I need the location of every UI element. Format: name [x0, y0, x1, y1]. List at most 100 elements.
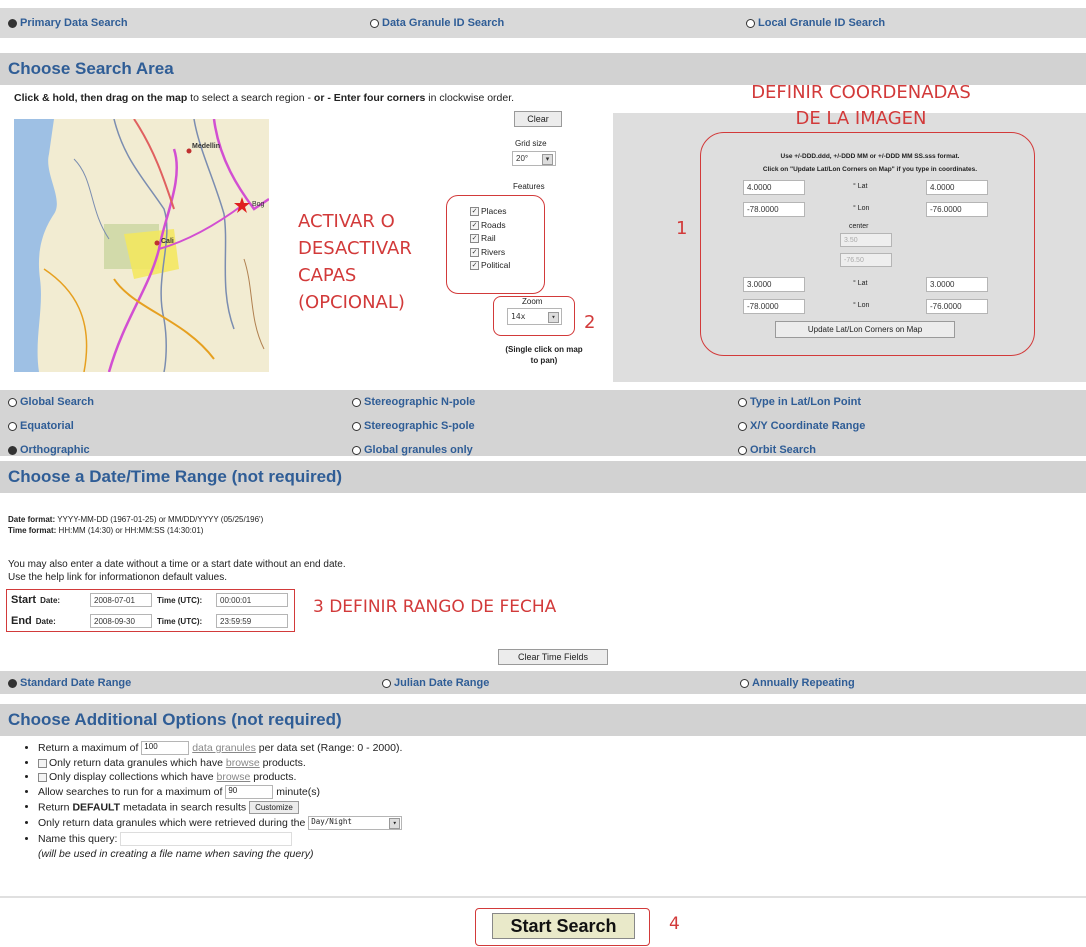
- orthographic-option[interactable]: Orthographic: [8, 444, 90, 456]
- ne-lat-input[interactable]: 4.0000: [926, 180, 988, 195]
- annually-repeating-option[interactable]: Annually Repeating: [740, 677, 855, 689]
- center-label: center: [849, 223, 869, 230]
- annotation-number-2: 2: [584, 312, 596, 333]
- projection-options-bar: [0, 390, 1086, 456]
- browse-link[interactable]: browse: [226, 757, 260, 769]
- max-granules-item: Return a maximum of 100 data granules pe…: [38, 741, 638, 755]
- customize-button[interactable]: Customize: [249, 801, 299, 814]
- radio-icon: [740, 678, 749, 688]
- stereographic-spole-option[interactable]: Stereographic S-pole: [352, 420, 475, 432]
- julian-date-range-option[interactable]: Julian Date Range: [382, 677, 489, 689]
- data-granules-link[interactable]: data granules: [192, 742, 256, 754]
- sw-lat-input[interactable]: 3.0000: [743, 277, 805, 292]
- nw-lat-input[interactable]: 4.0000: [743, 180, 805, 195]
- equatorial-option[interactable]: Equatorial: [8, 420, 74, 432]
- start-date-input[interactable]: 2008-07-01: [90, 593, 152, 607]
- sw-lon-input[interactable]: -78.0000: [743, 299, 805, 314]
- browse-granules-item: Only return data granules which have bro…: [38, 757, 638, 769]
- date-range-annotation: 3 DEFINIR RANGO DE FECHA: [313, 597, 557, 617]
- end-time-label: Time (UTC):: [157, 617, 203, 626]
- se-lon-input[interactable]: -76.0000: [926, 299, 988, 314]
- coordinates-update-note: Click on "Update Lat/Lon Corners on Map"…: [762, 166, 978, 173]
- end-row: End Date:: [11, 615, 56, 627]
- start-search-button[interactable]: Start Search: [492, 913, 635, 939]
- browse-collections-checkbox[interactable]: [38, 772, 47, 782]
- se-lat-input[interactable]: 3.0000: [926, 277, 988, 292]
- radio-icon: [370, 18, 379, 28]
- clear-map-button[interactable]: Clear: [514, 111, 562, 127]
- map-svg: [37, 119, 269, 372]
- radio-icon: [738, 421, 747, 431]
- additional-options-list: Return a maximum of 100 data granules pe…: [20, 741, 638, 862]
- standard-date-range-option[interactable]: Standard Date Range: [8, 677, 131, 689]
- clear-time-fields-button[interactable]: Clear Time Fields: [498, 649, 608, 665]
- global-granules-only-option[interactable]: Global granules only: [352, 444, 473, 456]
- end-time-input[interactable]: 23:59:59: [216, 614, 288, 628]
- radio-selected-icon: [8, 18, 17, 28]
- annotation-number-1: 1: [676, 218, 688, 239]
- start-time-input[interactable]: 00:00:01: [216, 593, 288, 607]
- map-city-label: Cali: [161, 238, 174, 245]
- grid-size-label: Grid size: [515, 139, 547, 148]
- radio-icon: [352, 445, 361, 455]
- radio-selected-icon: [8, 678, 17, 688]
- browse-link[interactable]: browse: [217, 771, 251, 783]
- data-granule-id-search-option[interactable]: Data Granule ID Search: [370, 17, 504, 29]
- type-lat-lon-point-option[interactable]: Type in Lat/Lon Point: [738, 396, 861, 408]
- date-format-text: Date format: YYYY-MM-DD (1967-01-25) or …: [8, 515, 264, 535]
- browse-collections-item: Only display collections which have brow…: [38, 771, 638, 783]
- radio-icon: [382, 678, 391, 688]
- radio-icon: [8, 421, 17, 431]
- global-search-option[interactable]: Global Search: [8, 396, 94, 408]
- max-time-input[interactable]: 90: [225, 785, 274, 799]
- features-highlight: [446, 195, 545, 294]
- footer-bar: [0, 896, 1086, 898]
- chevron-down-icon: ▾: [542, 154, 553, 165]
- zoom-hint: (Single click on map to pan): [505, 345, 583, 365]
- lat-label: ° Lat: [853, 183, 868, 190]
- max-time-item: Allow searches to run for a maximum of 9…: [38, 785, 638, 799]
- radio-icon: [738, 397, 747, 407]
- chevron-down-icon: ▾: [389, 818, 401, 829]
- map-city-label: Medellin: [192, 143, 221, 150]
- ne-lon-input[interactable]: -76.0000: [926, 202, 988, 217]
- browse-granules-checkbox[interactable]: [38, 758, 47, 768]
- end-date-input[interactable]: 2008-09-30: [90, 614, 152, 628]
- start-row: Start Date:: [11, 594, 61, 606]
- radio-icon: [746, 18, 755, 28]
- stereographic-npole-option[interactable]: Stereographic N-pole: [352, 396, 475, 408]
- lat-label: ° Lat: [853, 280, 868, 287]
- update-corners-button[interactable]: Update Lat/Lon Corners on Map: [775, 321, 955, 338]
- lon-label: ° Lon: [853, 205, 870, 212]
- define-coords-annotation: DEFINIR COORDENADAS DE LA IMAGEN: [751, 82, 971, 129]
- search-map[interactable]: Medellin Cali Bog: [14, 119, 269, 372]
- features-label: Features: [513, 182, 545, 191]
- xy-coordinate-range-option[interactable]: X/Y Coordinate Range: [738, 420, 865, 432]
- day-night-select[interactable]: Day/Night ▾: [308, 816, 403, 830]
- day-night-item: Only return data granules which were ret…: [38, 816, 638, 830]
- nw-lon-input[interactable]: -78.0000: [743, 202, 805, 217]
- radio-icon: [738, 445, 747, 455]
- search-type-bar: [0, 8, 1086, 38]
- name-query-note: (will be used in creating a file name wh…: [38, 848, 314, 860]
- local-granule-id-search-option[interactable]: Local Granule ID Search: [746, 17, 885, 29]
- radio-selected-icon: [8, 445, 17, 455]
- additional-options-heading: Choose Additional Options (not required): [0, 704, 1086, 736]
- primary-data-search-option[interactable]: Primary Data Search: [8, 17, 128, 29]
- lon-label: ° Lon: [853, 302, 870, 309]
- grid-size-select[interactable]: 20° ▾: [512, 151, 556, 166]
- date-range-type-bar: [0, 671, 1086, 694]
- coordinates-format-note: Use +/-DDD.ddd, +/-DDD MM or +/-DDD MM S…: [780, 153, 960, 160]
- area-instructions: Click & hold, then drag on the map to se…: [14, 92, 515, 104]
- orbit-search-option[interactable]: Orbit Search: [738, 444, 816, 456]
- center-lat-input: 3.50: [840, 233, 892, 247]
- date-notes: You may also enter a date without a time…: [8, 559, 346, 583]
- query-name-input[interactable]: [120, 832, 293, 846]
- metadata-item: Return DEFAULT metadata in search result…: [38, 801, 638, 814]
- zoom-highlight: [493, 296, 575, 336]
- name-query-item: Name this query: (will be used in creati…: [38, 832, 638, 860]
- date-range-heading: Choose a Date/Time Range (not required): [0, 461, 1086, 493]
- radio-icon: [8, 397, 17, 407]
- max-granules-input[interactable]: 100: [141, 741, 190, 755]
- radio-icon: [352, 397, 361, 407]
